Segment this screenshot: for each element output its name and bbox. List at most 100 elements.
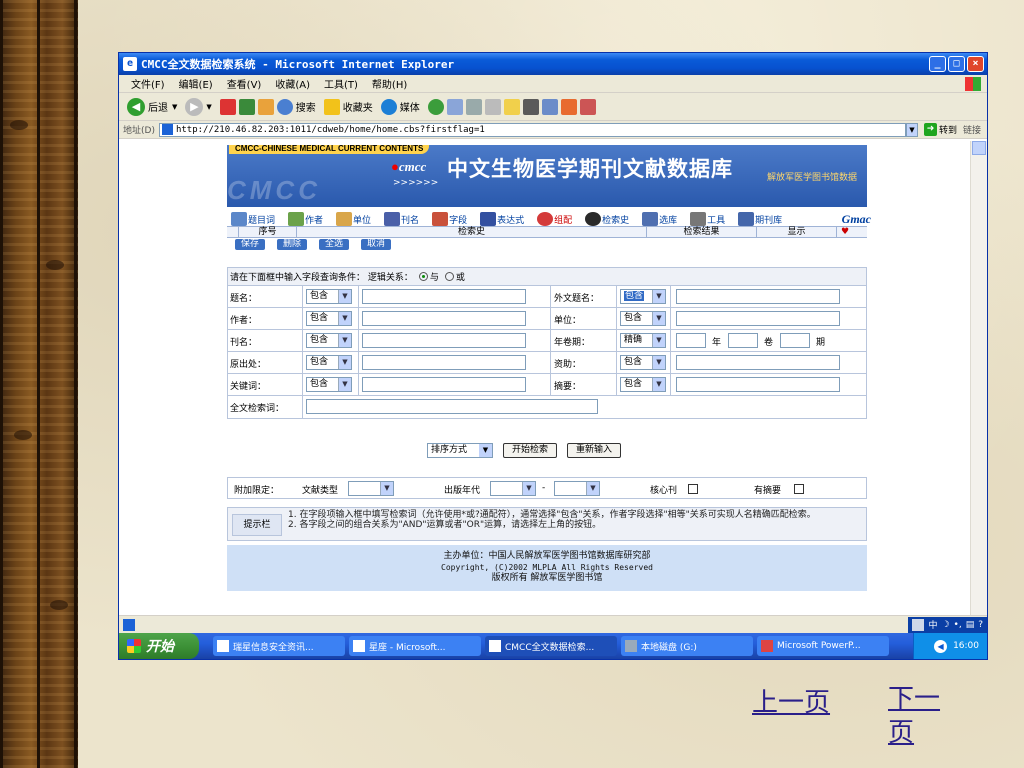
foreign-title-operator-select[interactable]: 包含 ▼ — [620, 289, 666, 304]
taskbar-item[interactable]: 星座 - Microsoft... — [349, 636, 481, 656]
nav-combine[interactable]: 组配 — [537, 212, 572, 226]
links-button[interactable]: 链接 — [963, 123, 981, 136]
menu-help[interactable]: 帮助(H) — [372, 76, 407, 91]
core-journal-checkbox[interactable] — [688, 484, 698, 494]
select-all-button[interactable]: 全选 — [319, 239, 350, 250]
cancel-button[interactable]: 取消 — [361, 239, 392, 250]
institution-input[interactable] — [676, 311, 840, 326]
back-dropdown-icon[interactable]: ▼ — [172, 103, 177, 111]
menu-favorites[interactable]: 收藏(A) — [275, 76, 310, 91]
banner-subtitle[interactable]: 解放军医学图书馆数据 — [767, 170, 857, 183]
chevron-down-icon: ▼ — [652, 312, 665, 325]
history-icon[interactable] — [427, 98, 444, 115]
menu-view[interactable]: 查看(V) — [227, 76, 262, 91]
logic-and-radio[interactable] — [418, 272, 428, 281]
media-button[interactable]: 媒体 — [380, 98, 420, 115]
magnifier-icon — [585, 212, 602, 226]
journal-operator-select[interactable]: 包含 ▼ — [306, 333, 352, 348]
ime-toolbar[interactable]: 中 ☽ •, ▤ ? — [908, 616, 987, 633]
next-page-link[interactable]: 下一页 — [888, 682, 958, 750]
sort-select[interactable]: 排序方式 ▼ — [427, 443, 493, 458]
reset-button[interactable]: 重新输入 — [567, 443, 622, 458]
nav-author[interactable]: 作者 — [288, 212, 323, 226]
pub-year-from-select[interactable]: ▼ — [490, 481, 536, 496]
nav-history[interactable]: 检索史 — [585, 212, 629, 226]
forward-dropdown-icon[interactable]: ▼ — [206, 103, 211, 111]
extra-icon[interactable] — [579, 98, 596, 115]
start-button[interactable]: 开始 — [119, 633, 199, 659]
print-icon[interactable] — [465, 98, 482, 115]
nav-expression[interactable]: 表达式 — [480, 212, 524, 226]
maximize-button[interactable]: □ — [948, 56, 965, 72]
logic-or-radio[interactable] — [444, 272, 454, 281]
chevron-down-icon: ▼ — [338, 312, 351, 325]
volume-input[interactable] — [728, 333, 758, 348]
nav-journal[interactable]: 刊名 — [384, 212, 419, 226]
tools-icon[interactable] — [522, 98, 539, 115]
journal-input[interactable] — [362, 333, 526, 348]
year-operator-select[interactable]: 精确 ▼ — [620, 333, 666, 348]
go-button[interactable]: ➜ 转到 — [923, 123, 957, 136]
taskbar-item[interactable]: 本地磁盘 (G:) — [621, 636, 753, 656]
save-button[interactable]: 保存 — [235, 239, 266, 250]
nav-field[interactable]: 字段 — [432, 212, 467, 226]
delete-button[interactable]: 删除 — [277, 239, 308, 250]
fulltext-input[interactable] — [306, 399, 598, 414]
plugin-icon[interactable] — [560, 98, 577, 115]
mail-icon[interactable] — [446, 98, 463, 115]
forward-button[interactable]: ▶ ▼ — [185, 97, 212, 116]
footer-sponsor: 主办单位：中国人民解放军医学图书馆数据库研究部 — [443, 551, 651, 561]
taskbar-item[interactable]: 瑞星信息安全资讯... — [213, 636, 345, 656]
back-button[interactable]: ◀ 后退 ▼ — [127, 97, 177, 116]
author-operator-select[interactable]: 包含 ▼ — [306, 311, 352, 326]
folder-icon[interactable] — [503, 98, 520, 115]
source-input[interactable] — [362, 355, 526, 370]
nav-institution[interactable]: 单位 — [336, 212, 371, 226]
vertical-scrollbar[interactable] — [970, 141, 987, 615]
foreign-title-input[interactable] — [676, 289, 840, 304]
author-input[interactable] — [362, 311, 526, 326]
menu-edit[interactable]: 编辑(E) — [179, 76, 213, 91]
issue-unit: 期 — [816, 338, 826, 348]
issue-input[interactable] — [780, 333, 810, 348]
funding-input[interactable] — [676, 355, 840, 370]
address-dropdown-icon[interactable]: ▼ — [905, 122, 918, 137]
year-input[interactable] — [676, 333, 706, 348]
nav-title-word[interactable]: 题目词 — [231, 212, 275, 226]
source-operator-select[interactable]: 包含 ▼ — [306, 355, 352, 370]
abstract-operator-select[interactable]: 包含 ▼ — [620, 377, 666, 392]
start-search-button[interactable]: 开始检索 — [503, 443, 558, 458]
has-abstract-checkbox[interactable] — [794, 484, 804, 494]
home-icon[interactable] — [257, 98, 274, 115]
nav-tools[interactable]: 工具 — [690, 212, 725, 226]
address-input[interactable]: http://210.46.82.203:1011/cdweb/home/hom… — [158, 122, 906, 137]
refresh-icon[interactable] — [238, 98, 255, 115]
nav-select-db[interactable]: 选库 — [642, 212, 677, 226]
institution-operator-select[interactable]: 包含 ▼ — [620, 311, 666, 326]
search-button[interactable]: 搜索 — [276, 98, 316, 115]
messenger-icon[interactable] — [541, 98, 558, 115]
menu-file[interactable]: 文件(F) — [131, 76, 165, 91]
keyword-input[interactable] — [362, 377, 526, 392]
funding-operator-select[interactable]: 包含 ▼ — [620, 355, 666, 370]
doc-type-select[interactable]: ▼ — [348, 481, 394, 496]
favorites-button[interactable]: 收藏夹 — [323, 98, 373, 115]
stop-icon[interactable] — [219, 98, 236, 115]
taskbar-item[interactable]: Microsoft PowerP... — [757, 636, 889, 656]
menu-tools[interactable]: 工具(T) — [324, 76, 358, 91]
close-button[interactable]: × — [967, 56, 984, 72]
edit-icon[interactable] — [484, 98, 501, 115]
keyword-operator-select[interactable]: 包含 ▼ — [306, 377, 352, 392]
prev-page-link[interactable]: 上一页 — [752, 682, 830, 719]
taskbar-item[interactable]: CMCC全文数据检索... — [485, 636, 617, 656]
taskbar: 开始 瑞星信息安全资讯... 星座 - Microsoft... CMCC全文数… — [119, 633, 987, 659]
author-icon — [288, 212, 305, 226]
form-row: 刊名： 包含 ▼ 年卷期： 精确 ▼ 年 卷 期 — [228, 330, 866, 352]
pub-year-to-select[interactable]: ▼ — [554, 481, 600, 496]
title-operator-select[interactable]: 包含 ▼ — [306, 289, 352, 304]
volume-icon[interactable]: ◀ — [934, 639, 948, 653]
abstract-input[interactable] — [676, 377, 840, 392]
title-input[interactable] — [362, 289, 526, 304]
nav-journal-db[interactable]: 期刊库 — [738, 212, 782, 226]
minimize-button[interactable]: _ — [929, 56, 946, 72]
